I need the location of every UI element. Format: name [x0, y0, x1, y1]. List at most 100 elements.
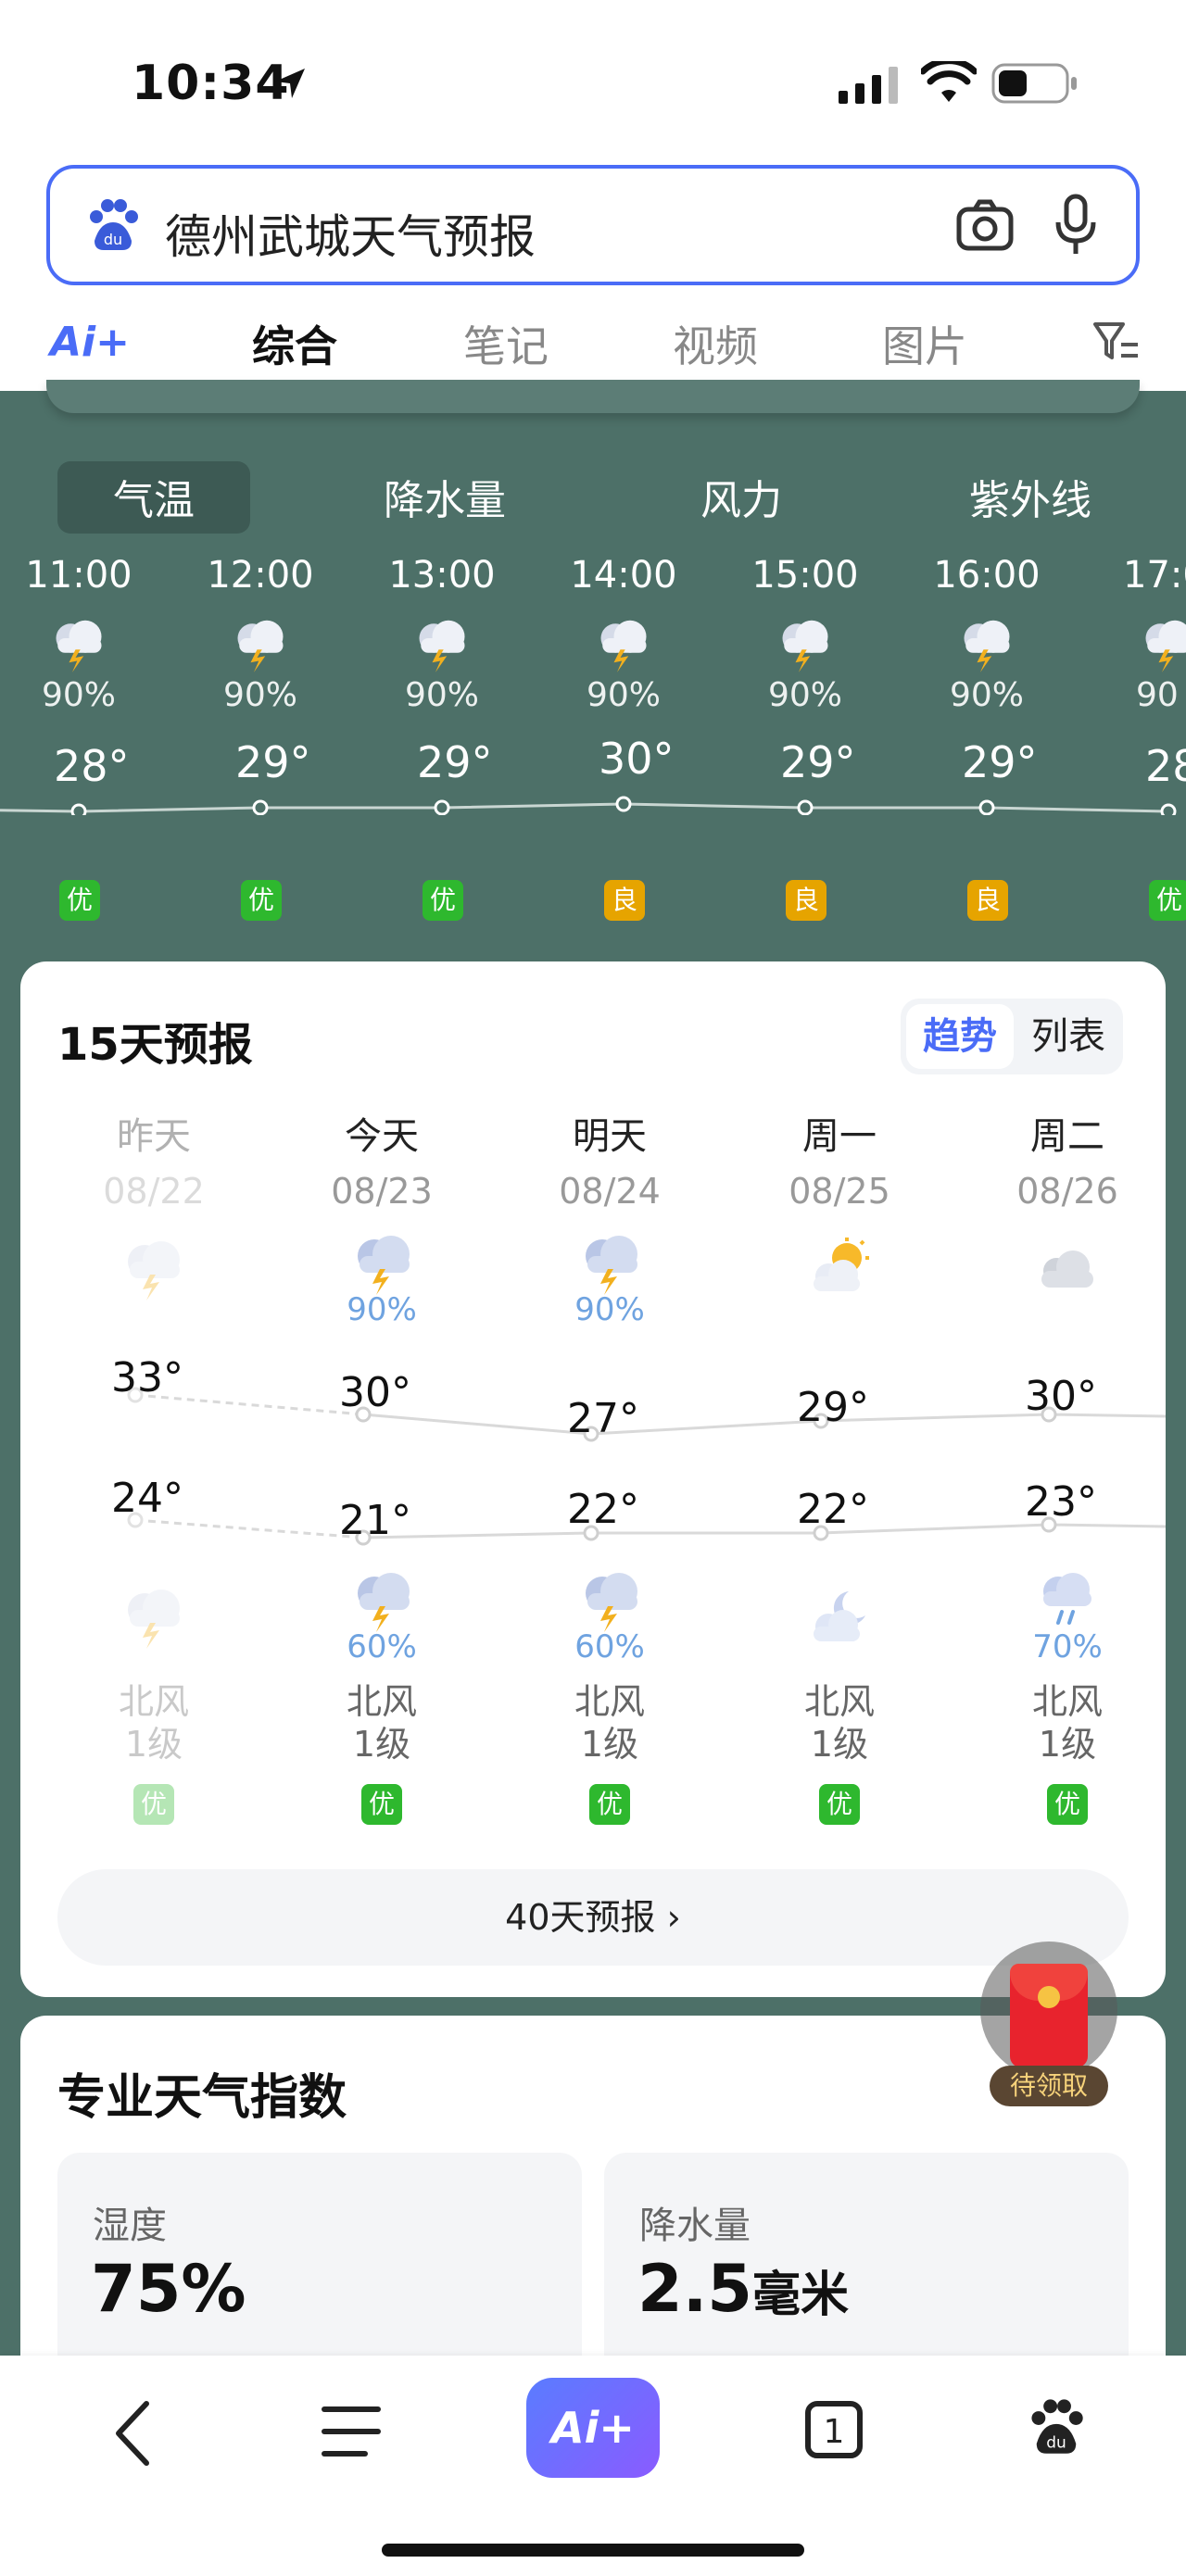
wind-direction: 北风	[1031, 1681, 1103, 1722]
day-column[interactable]: 明天 08/24	[517, 1106, 702, 1212]
card-title: 15天预报	[57, 1019, 253, 1071]
tab-comprehensive[interactable]: 综合	[252, 313, 337, 374]
day-column[interactable]: 周一 08/25	[747, 1106, 932, 1212]
thunderstorm-icon	[586, 1236, 637, 1295]
thunderstorm-icon	[128, 1590, 180, 1649]
baidu-home-icon[interactable]: du	[1025, 2394, 1088, 2457]
wind-direction: 北风	[803, 1681, 875, 1722]
status-bar: 10:34	[0, 0, 1186, 157]
day-name: 今天	[345, 1115, 419, 1158]
wind-level: 1级	[1038, 1724, 1097, 1765]
hour-time: 12:00	[207, 554, 314, 597]
thunderstorm-icon	[128, 1241, 180, 1301]
wind-level: 1级	[580, 1724, 639, 1765]
baidu-paw-icon: du	[90, 199, 138, 250]
metric-tab-temperature[interactable]: 气温	[57, 467, 250, 526]
partly-sunny-icon	[814, 1238, 869, 1291]
day-column[interactable]: 昨天 08/22	[61, 1106, 246, 1212]
metric-tab-uv[interactable]: 紫外线	[938, 467, 1123, 526]
search-bar[interactable]: du 德州武城天气预报	[46, 165, 1140, 285]
day-precip-prob: 90%	[574, 1291, 645, 1328]
battery-icon	[991, 63, 1077, 104]
svg-text:du: du	[1046, 2433, 1066, 2452]
list-toggle-button[interactable]: 列表	[1019, 1004, 1117, 1069]
wind-direction: 北风	[574, 1681, 645, 1722]
cellular-signal-icon	[839, 67, 898, 104]
aqi-badge: 优	[589, 1784, 630, 1825]
wind-level: 1级	[352, 1724, 411, 1765]
day-name: 明天	[573, 1115, 647, 1158]
hour-column: 15:00	[736, 554, 875, 597]
ai-tab[interactable]: Ai+	[50, 319, 130, 366]
hour-temp: 29°	[780, 737, 856, 787]
low-temp-segment	[134, 1518, 364, 1539]
search-input[interactable]: 德州武城天气预报	[165, 200, 536, 267]
day-date: 08/22	[103, 1171, 205, 1212]
low-temp: 24°	[111, 1475, 183, 1522]
aqi-badge: 优	[1149, 880, 1186, 921]
hourly-temp-point	[252, 799, 269, 815]
home-indicator	[382, 2544, 804, 2557]
wind-direction: 北风	[346, 1681, 417, 1722]
trend-toggle-button[interactable]: 趋势	[906, 1004, 1014, 1069]
low-temp: 23°	[1025, 1478, 1097, 1526]
day-column[interactable]: 周二 08/26	[975, 1106, 1160, 1212]
filter-icon[interactable]	[1091, 319, 1142, 365]
forecast-15-day-card: 15天预报 趋势 列表 昨天 08/22 今天 08/23 明天 08/24 周…	[20, 961, 1166, 1997]
aqi-badge: 优	[59, 880, 100, 921]
day-name: 周一	[802, 1115, 877, 1158]
metric-tab-wind[interactable]: 风力	[649, 467, 834, 526]
microphone-icon[interactable]	[1053, 193, 1099, 258]
tab-videos[interactable]: 视频	[673, 313, 758, 374]
metric-tabs: 气温 降水量 风力 紫外线	[0, 461, 1186, 535]
tile-unit: 毫米	[752, 2268, 850, 2323]
hour-temp: 29°	[417, 737, 493, 787]
coin-icon	[1038, 1986, 1060, 2008]
search-tabs: Ai+ 综合 笔记 视频 图片	[0, 295, 1186, 391]
hour-temp: 28	[1145, 741, 1186, 791]
high-temp-segment	[362, 1413, 592, 1436]
tabs-count-icon[interactable]: 1	[804, 2400, 864, 2459]
night-precip-prob: 70%	[1032, 1628, 1103, 1665]
menu-icon[interactable]	[321, 2404, 382, 2459]
day-column[interactable]: 今天 08/23	[289, 1106, 474, 1212]
bottom-toolbar: Ai+ 1 du	[0, 2356, 1186, 2576]
tile-value: 2.5毫米	[637, 2251, 849, 2327]
aqi-badge: 良	[967, 880, 1008, 921]
tab-images[interactable]: 图片	[882, 313, 967, 374]
cloudy-icon	[1041, 1250, 1093, 1288]
aqi-badge: 优	[133, 1784, 174, 1825]
page: 10:34 du 德州武城天气预报 Ai+ 综合 笔记 视频 图片 气温 降水量…	[0, 0, 1186, 2576]
hourly-temp-point	[70, 803, 87, 815]
hour-time: 14:00	[570, 554, 677, 597]
thunderstorm-icon	[782, 620, 828, 672]
camera-icon[interactable]	[954, 195, 1016, 256]
day-name: 昨天	[117, 1115, 191, 1158]
tab-notes[interactable]: 笔记	[463, 313, 549, 374]
aqi-badge: 良	[604, 880, 645, 921]
hour-time: 13:00	[388, 554, 496, 597]
hour-time: 17:0	[1123, 554, 1186, 597]
wind-info: 北风 1级	[289, 1680, 474, 1766]
thunderstorm-icon	[600, 620, 647, 672]
wind-info: 北风 1级	[517, 1680, 702, 1766]
thunderstorm-icon	[964, 620, 1010, 672]
day-date: 08/25	[789, 1171, 890, 1212]
thunderstorm-icon	[1145, 620, 1186, 672]
back-icon[interactable]	[106, 2396, 161, 2470]
low-temp: 22°	[567, 1486, 639, 1533]
hour-column: 11:00	[9, 554, 148, 597]
wind-info: 北风 1级	[61, 1680, 246, 1766]
high-temp: 30°	[1025, 1373, 1097, 1420]
view-toggle: 趋势 列表	[901, 999, 1123, 1074]
red-packet-button[interactable]: 待领取	[980, 1941, 1117, 2106]
previous-card-edge	[46, 380, 1140, 413]
hour-column: 16:00	[917, 554, 1056, 597]
metric-tab-precipitation[interactable]: 降水量	[352, 467, 537, 526]
forty-day-forecast-button[interactable]: 40天预报 ›	[57, 1869, 1129, 1966]
ai-assistant-button[interactable]: Ai+	[526, 2378, 660, 2478]
tile-number: 2.5	[637, 2251, 753, 2327]
thunderstorm-icon	[586, 1573, 637, 1632]
night-precip-prob: 60%	[574, 1628, 645, 1665]
location-arrow-icon	[275, 69, 305, 98]
